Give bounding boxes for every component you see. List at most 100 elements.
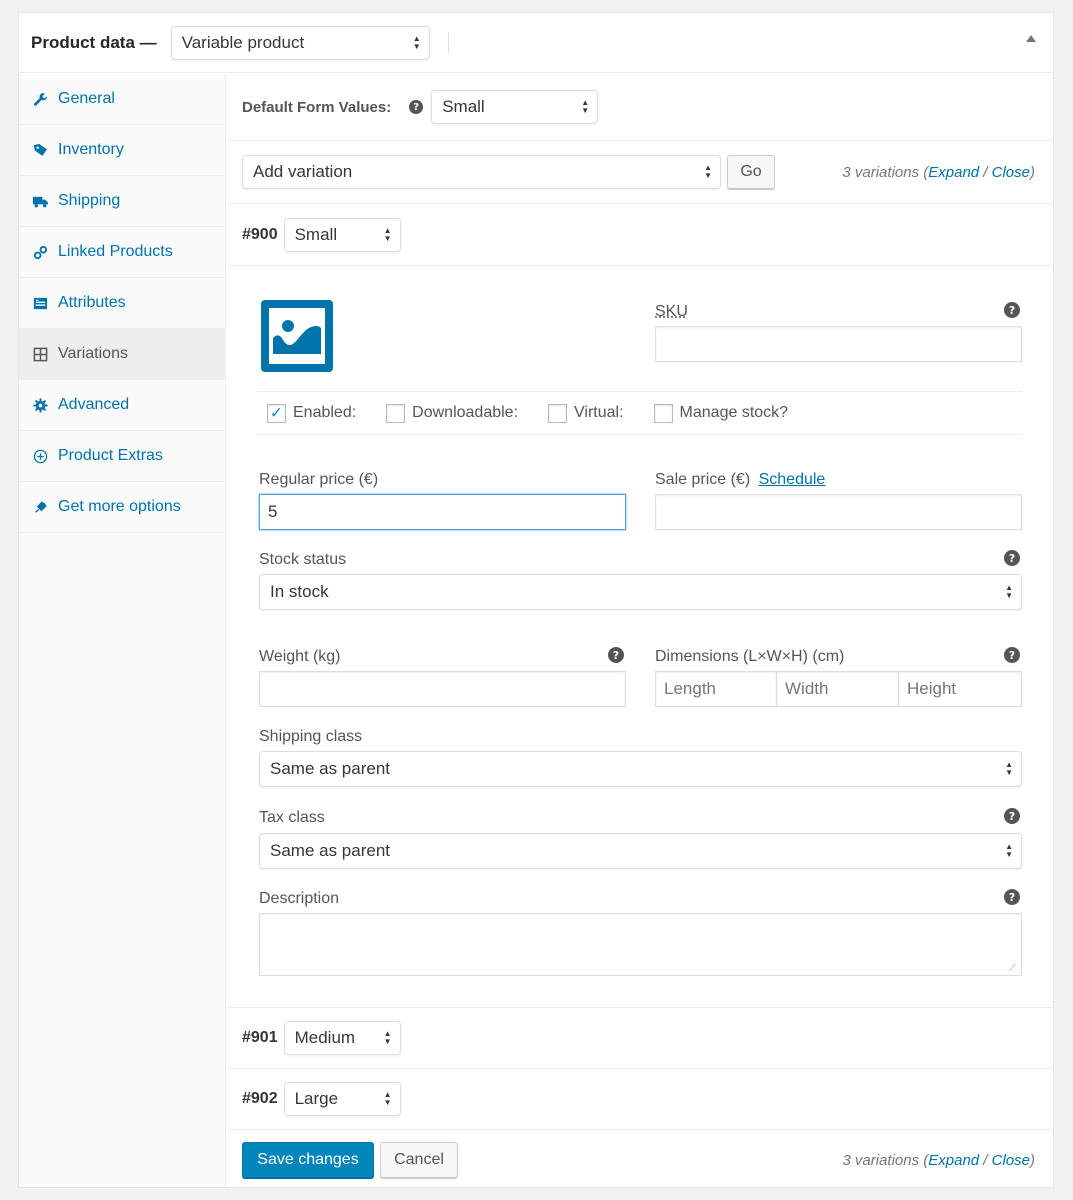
schedule-link[interactable]: Schedule bbox=[759, 471, 826, 488]
select-arrows-icon: ▲ ▼ bbox=[1005, 760, 1013, 777]
downloadable-label: Downloadable: bbox=[412, 404, 519, 421]
variation-attribute-select[interactable]: Small ▲ ▼ bbox=[283, 217, 401, 252]
product-type-select[interactable]: Variable product ▲ ▼ bbox=[170, 25, 430, 60]
product-data-panel: Product data — Variable product ▲ ▼ Gener… bbox=[18, 12, 1054, 1188]
variation-id: #901 bbox=[242, 1029, 278, 1046]
close-link[interactable]: Close bbox=[992, 164, 1030, 181]
sale-price-input[interactable] bbox=[655, 494, 1022, 530]
shipping-class-label: Shipping class bbox=[259, 728, 363, 745]
variation-header-902[interactable]: #902 Large ▲ ▼ bbox=[227, 1069, 1053, 1130]
sidebar-item-label: Inventory bbox=[58, 141, 124, 158]
downloadable-checkbox[interactable] bbox=[386, 403, 406, 423]
cancel-button[interactable]: Cancel bbox=[380, 1142, 458, 1178]
resize-handle-icon[interactable]: ⟋ bbox=[1009, 963, 1016, 974]
sidebar-item-attributes[interactable]: Attributes bbox=[19, 278, 225, 329]
description-help-icon[interactable]: ? bbox=[1004, 889, 1020, 905]
description-textarea[interactable] bbox=[259, 913, 1022, 976]
variation-attribute-select[interactable]: Medium ▲ ▼ bbox=[283, 1021, 401, 1055]
tax-class-select[interactable]: Same as parent ▲ ▼ bbox=[259, 833, 1022, 869]
variation-action-value: Add variation bbox=[253, 162, 353, 181]
regular-price-input[interactable]: 5 bbox=[259, 494, 626, 530]
variations-count-text: 3 variations ( bbox=[842, 163, 929, 181]
virtual-checkbox-item[interactable]: Virtual: bbox=[548, 403, 624, 423]
sidebar-item-product-extras[interactable]: Product Extras bbox=[19, 431, 225, 482]
gear-icon bbox=[32, 397, 48, 413]
weight-help-icon[interactable]: ? bbox=[608, 647, 624, 663]
panel-header: Product data — Variable product ▲ ▼ bbox=[19, 13, 1053, 73]
description-label: Description bbox=[259, 890, 340, 907]
variation-attribute-value: Medium bbox=[294, 1028, 356, 1047]
default-form-values-row: Default Form Values: ? Small ▲ ▼ bbox=[227, 74, 1053, 141]
manage-stock-checkbox[interactable] bbox=[653, 403, 673, 423]
default-size-select[interactable]: Small ▲ ▼ bbox=[431, 90, 599, 124]
slash-separator: / bbox=[979, 1151, 992, 1169]
virtual-label: Virtual: bbox=[574, 404, 624, 421]
sku-input[interactable] bbox=[655, 326, 1022, 362]
width-placeholder: Width bbox=[785, 679, 829, 698]
variations-count-footer: 3 variations (Expand / Close) bbox=[842, 1152, 1035, 1169]
wrench-icon bbox=[32, 91, 48, 107]
variation-action-select[interactable]: Add variation ▲ ▼ bbox=[242, 155, 721, 189]
dimensions-help-icon[interactable]: ? bbox=[1004, 647, 1020, 663]
sidebar-item-label: Attributes bbox=[58, 294, 126, 311]
select-arrows-icon: ▲ ▼ bbox=[383, 225, 392, 243]
regular-price-label: Regular price (€) bbox=[259, 471, 379, 488]
sidebar-item-variations[interactable]: Variations bbox=[19, 329, 225, 380]
truck-icon bbox=[32, 193, 48, 209]
height-input[interactable]: Height bbox=[898, 671, 1022, 707]
tag-icon bbox=[32, 142, 48, 158]
tax-class-value: Same as parent bbox=[270, 841, 391, 860]
sidebar-item-label: General bbox=[58, 90, 115, 107]
variation-attribute-value: Small bbox=[294, 224, 338, 244]
panel-title: Product data — bbox=[31, 32, 157, 52]
variation-image-upload[interactable] bbox=[261, 300, 333, 372]
downloadable-checkbox-item[interactable]: Downloadable: bbox=[386, 403, 519, 423]
weight-input[interactable] bbox=[259, 671, 626, 707]
collapse-toggle-icon[interactable] bbox=[1026, 35, 1036, 42]
sidebar-item-get-more-options[interactable]: Get more options bbox=[19, 482, 225, 533]
sku-help-icon[interactable]: ? bbox=[1004, 302, 1020, 318]
select-arrows-icon: ▲ ▼ bbox=[383, 1090, 392, 1107]
go-button[interactable]: Go bbox=[727, 155, 775, 189]
variation-header-900[interactable]: #900 Small ▲ ▼ bbox=[227, 204, 1053, 266]
expand-link[interactable]: Expand bbox=[928, 1152, 979, 1169]
help-icon[interactable]: ? bbox=[409, 100, 424, 114]
sidebar-item-label: Variations bbox=[58, 345, 128, 362]
virtual-checkbox[interactable] bbox=[548, 403, 568, 423]
sale-price-label: Sale price (€) bbox=[655, 471, 751, 488]
enabled-label: Enabled: bbox=[293, 404, 357, 421]
sidebar-item-label: Linked Products bbox=[58, 243, 173, 260]
variation-actions-toolbar: Add variation ▲ ▼ Go 3 variations (Expand… bbox=[227, 141, 1053, 204]
variations-panel: Default Form Values: ? Small ▲ ▼ Add vari… bbox=[227, 74, 1053, 1187]
variation-attribute-select[interactable]: Large ▲ ▼ bbox=[283, 1082, 401, 1116]
variations-count-text: 3 variations ( bbox=[842, 1151, 929, 1169]
save-changes-button[interactable]: Save changes bbox=[242, 1142, 374, 1178]
variation-id: #902 bbox=[242, 1090, 278, 1107]
sidebar-item-advanced[interactable]: Advanced bbox=[19, 380, 225, 431]
sidebar-item-linked-products[interactable]: Linked Products bbox=[19, 227, 225, 278]
sidebar-item-inventory[interactable]: Inventory bbox=[19, 125, 225, 176]
weight-label: Weight (kg) bbox=[259, 648, 341, 665]
paren: ) bbox=[1030, 163, 1035, 181]
variations-count: 3 variations (Expand / Close) bbox=[842, 164, 1035, 181]
default-size-value: Small bbox=[442, 97, 485, 116]
stock-status-select[interactable]: In stock ▲ ▼ bbox=[259, 574, 1022, 610]
sidebar-item-label: Shipping bbox=[58, 192, 121, 209]
enabled-checkbox-item[interactable]: ✓ Enabled: bbox=[267, 403, 357, 423]
manage-stock-checkbox-item[interactable]: Manage stock? bbox=[653, 403, 788, 423]
expand-link[interactable]: Expand bbox=[928, 164, 979, 181]
sidebar-item-general[interactable]: General bbox=[19, 74, 225, 125]
close-link[interactable]: Close bbox=[992, 1152, 1030, 1169]
shipping-class-select[interactable]: Same as parent ▲ ▼ bbox=[259, 751, 1022, 787]
length-input[interactable]: Length bbox=[655, 671, 776, 707]
variation-header-901[interactable]: #901 Medium ▲ ▼ bbox=[227, 1008, 1053, 1069]
width-input[interactable]: Width bbox=[776, 671, 898, 707]
variations-footer: Save changes Cancel 3 variations (Expand… bbox=[227, 1130, 1053, 1190]
select-arrows-icon: ▲ ▼ bbox=[704, 163, 712, 180]
product-type-value: Variable product bbox=[181, 32, 305, 52]
dimensions-label: Dimensions (L×W×H) (cm) bbox=[655, 648, 845, 665]
stock-status-help-icon[interactable]: ? bbox=[1004, 550, 1020, 566]
enabled-checkbox[interactable]: ✓ bbox=[267, 403, 286, 423]
tax-class-help-icon[interactable]: ? bbox=[1004, 808, 1020, 824]
sidebar-item-shipping[interactable]: Shipping bbox=[19, 176, 225, 227]
